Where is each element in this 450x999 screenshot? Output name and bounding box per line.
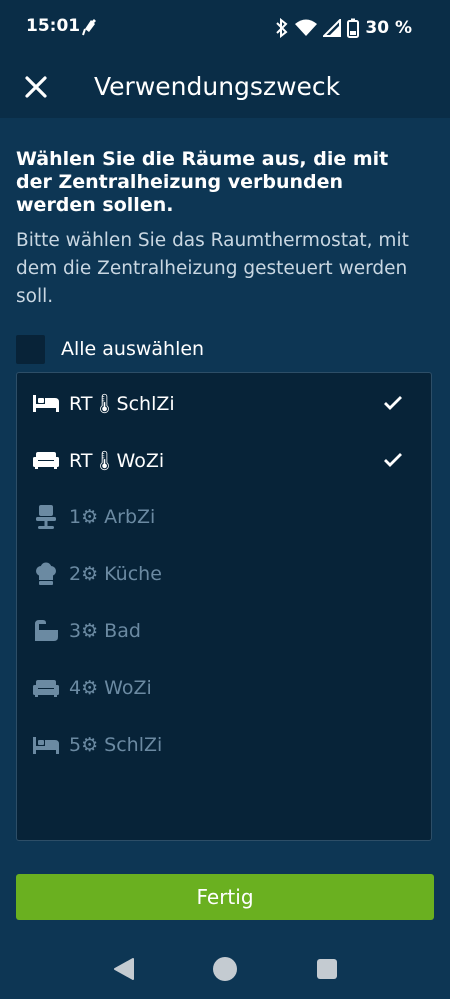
room-label: RT🌡WoZi xyxy=(69,449,165,472)
room-item-rt-wozi[interactable]: RT🌡WoZi xyxy=(17,432,431,488)
room-label: 2⚙ Küche xyxy=(69,563,162,585)
system-nav-bar xyxy=(0,940,450,999)
page-title: Verwendungszweck xyxy=(94,72,341,101)
bathtub-icon xyxy=(31,616,61,646)
room-label: 1⚙ ArbZi xyxy=(69,506,156,528)
room-label: 4⚙ WoZi xyxy=(69,677,152,699)
battery-icon xyxy=(347,18,360,38)
bed-icon xyxy=(31,388,61,418)
sofa-icon xyxy=(31,445,61,475)
app-bar: Verwendungszweck xyxy=(0,56,450,118)
office-chair-icon xyxy=(31,502,61,532)
done-button[interactable]: Fertig xyxy=(16,874,434,920)
close-icon xyxy=(25,76,47,98)
room-item-bad[interactable]: 3⚙ Bad xyxy=(17,603,431,659)
charging-plug-icon xyxy=(82,19,96,36)
room-label: 3⚙ Bad xyxy=(69,620,141,642)
home-circle-icon xyxy=(213,957,237,981)
signal-icon xyxy=(323,19,342,37)
recents-square-icon xyxy=(317,959,337,979)
screen: 15:01 30 % Verwendungszweck Wählen Sie d… xyxy=(0,0,450,999)
room-item-arbzi[interactable]: 1⚙ ArbZi xyxy=(17,489,431,545)
wifi-icon xyxy=(295,19,318,36)
select-all-label: Alle auswählen xyxy=(61,338,205,360)
chef-hat-icon xyxy=(31,559,61,589)
select-all-row[interactable]: Alle auswählen xyxy=(16,334,204,364)
bluetooth-icon xyxy=(276,18,288,38)
status-time: 15:01 xyxy=(26,16,81,36)
battery-percentage: 30 % xyxy=(365,18,412,38)
rooms-list[interactable]: RT🌡SchlZi RT🌡WoZi 1⚙ ArbZi 2⚙ Küche 3⚙ B… xyxy=(16,372,432,841)
sofa-icon xyxy=(31,673,61,703)
room-label: RT🌡SchlZi xyxy=(69,392,175,415)
checkmark-icon xyxy=(384,396,402,410)
instruction-subtext: Bitte wählen Sie das Raumthermostat, mit… xyxy=(16,230,409,307)
select-all-checkbox[interactable] xyxy=(16,334,45,364)
room-item-kueche[interactable]: 2⚙ Küche xyxy=(17,546,431,602)
nav-recents-button[interactable] xyxy=(313,955,341,983)
nav-back-button[interactable] xyxy=(110,955,138,983)
bed-icon xyxy=(31,730,61,760)
instruction-heading: Wählen Sie die Räume aus, die mit der Ze… xyxy=(16,148,389,216)
close-button[interactable] xyxy=(20,71,52,103)
room-item-rt-schlzi[interactable]: RT🌡SchlZi xyxy=(17,375,431,431)
room-item-wozi[interactable]: 4⚙ WoZi xyxy=(17,660,431,716)
status-bar: 15:01 30 % xyxy=(0,0,450,56)
back-triangle-icon xyxy=(114,958,134,980)
checkmark-icon xyxy=(384,453,402,467)
room-item-schlzi[interactable]: 5⚙ SchlZi xyxy=(17,717,431,773)
nav-home-button[interactable] xyxy=(211,955,239,983)
status-icons: 30 % xyxy=(275,16,412,40)
room-label: 5⚙ SchlZi xyxy=(69,734,163,756)
